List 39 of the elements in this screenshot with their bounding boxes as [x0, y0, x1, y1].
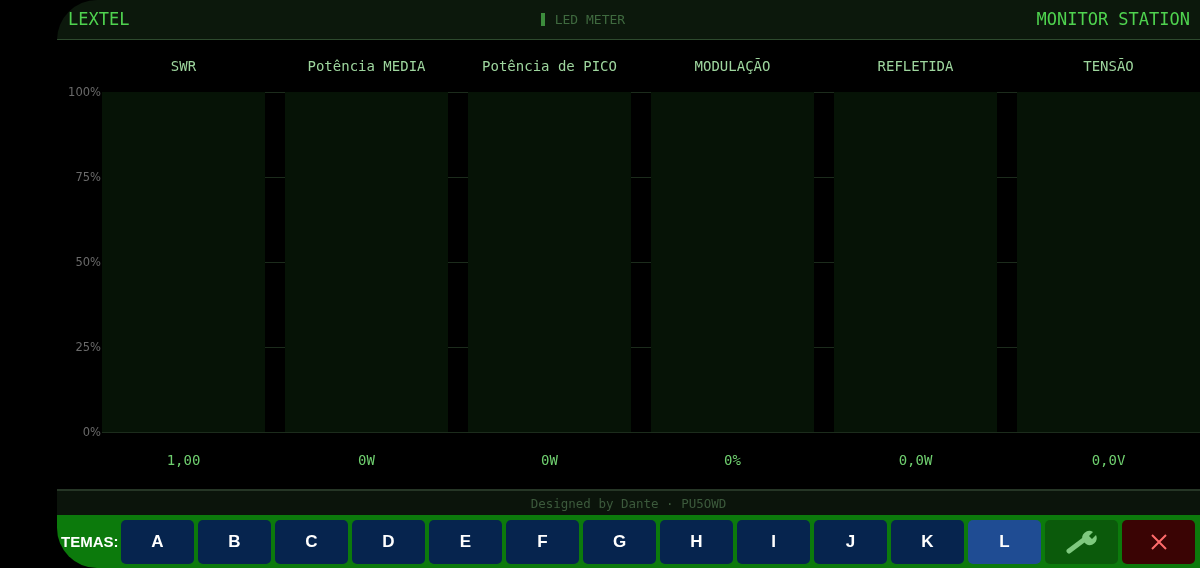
themes-label: TEMAS: — [61, 533, 117, 551]
meter-label: Potência de PICO — [481, 56, 618, 76]
theme-button[interactable]: E — [429, 519, 502, 564]
meter-label: REFLETIDA — [876, 56, 955, 76]
brand-title: LEXTEL — [68, 9, 130, 30]
meter-label: SWR — [169, 56, 198, 76]
close-button[interactable] — [1122, 519, 1195, 564]
close-icon — [1149, 532, 1168, 551]
scale-label: 50% — [75, 254, 101, 269]
wrench-icon — [1064, 528, 1099, 555]
scale-label: 75% — [75, 169, 101, 184]
theme-button[interactable]: F — [506, 519, 579, 564]
meter-reading: 1,00 — [165, 451, 202, 471]
meter-reading: 0W — [540, 451, 559, 471]
scale-label: 100% — [68, 84, 101, 99]
meter-reading: 0,0V — [1090, 451, 1127, 471]
theme-button[interactable]: L — [968, 519, 1041, 564]
theme-button[interactable]: A — [121, 519, 194, 564]
theme-button[interactable]: C — [275, 519, 348, 564]
station-title: MONITOR STATION — [1036, 9, 1190, 30]
mode-label: LED METER — [554, 11, 626, 27]
meter-reading: 0,0W — [897, 451, 934, 471]
settings-button[interactable] — [1045, 519, 1118, 564]
theme-button[interactable]: K — [891, 519, 964, 564]
theme-button[interactable]: J — [814, 519, 887, 564]
credit-text: Designed by Dante · PU5OWD — [530, 495, 727, 511]
meter-reading: 0% — [723, 451, 742, 471]
scale-label: 0% — [82, 424, 101, 439]
meter-label: TENSÃO — [1082, 56, 1135, 76]
theme-button[interactable]: G — [583, 519, 656, 564]
meter-label: MODULAÇÃO — [693, 56, 772, 76]
theme-button[interactable]: I — [737, 519, 810, 564]
meter-reading: 0W — [357, 451, 376, 471]
theme-button[interactable]: H — [660, 519, 733, 564]
meter-mode-icon — [540, 12, 545, 26]
theme-button[interactable]: D — [352, 519, 425, 564]
meter-label: Potência MEDIA — [306, 56, 427, 76]
theme-button[interactable]: B — [198, 519, 271, 564]
scale-label: 25% — [75, 339, 101, 354]
